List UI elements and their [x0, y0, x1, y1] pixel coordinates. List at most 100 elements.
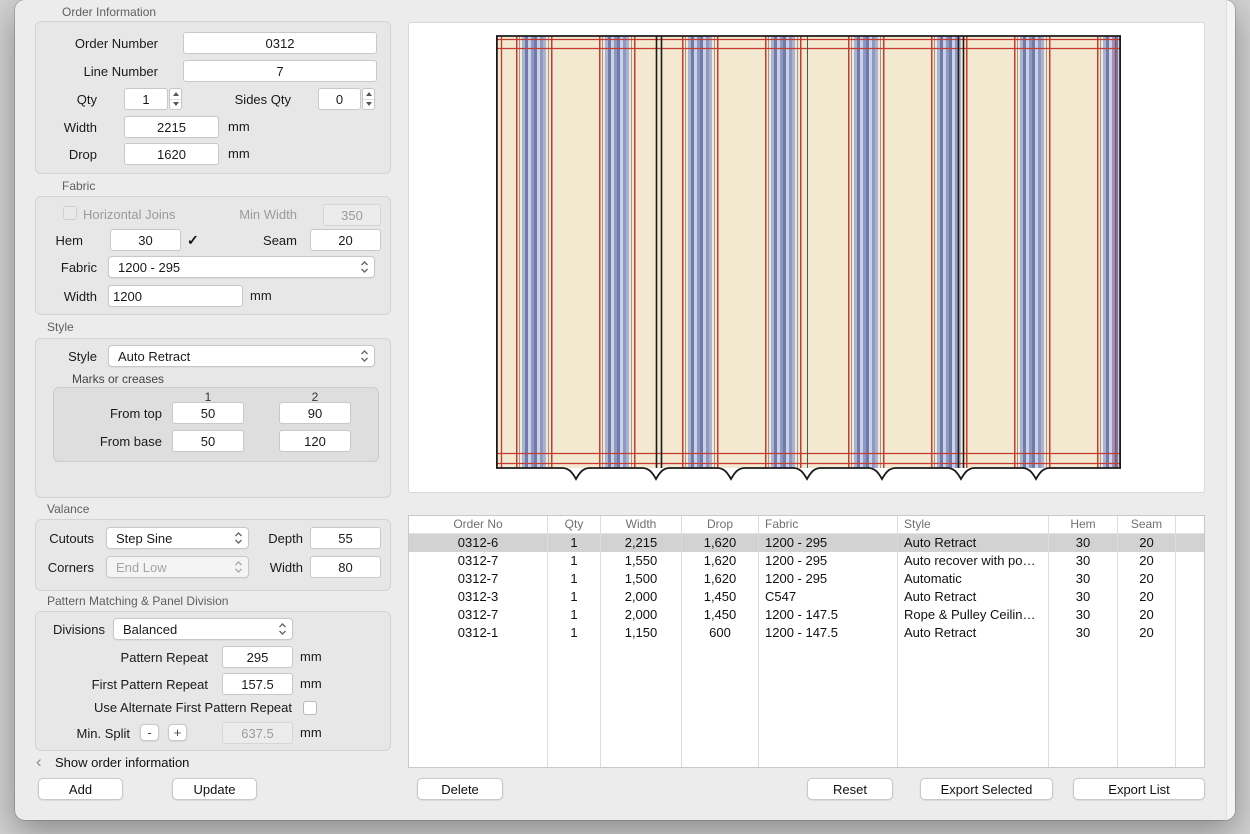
- stepper-up-icon[interactable]: [363, 89, 374, 99]
- corners-label: Corners: [35, 557, 94, 579]
- line-number-input[interactable]: [183, 60, 377, 82]
- column-header[interactable]: Hem: [1049, 516, 1118, 533]
- style-select[interactable]: Auto Retract: [108, 345, 375, 367]
- from-base-1-input[interactable]: [172, 430, 244, 452]
- order-number-input[interactable]: [183, 32, 377, 54]
- export-selected-button[interactable]: Export Selected: [920, 778, 1053, 800]
- table-cell: [898, 750, 1049, 768]
- export-list-button[interactable]: Export List: [1073, 778, 1205, 800]
- table-cell: 1,620: [682, 534, 759, 552]
- chevron-left-icon[interactable]: [36, 753, 42, 770]
- table-cell: [898, 660, 1049, 678]
- use-alternate-checkbox[interactable]: [303, 701, 317, 715]
- fabric-select[interactable]: 1200 - 295: [108, 256, 375, 278]
- min-split-increment-button[interactable]: +: [168, 724, 187, 741]
- table-row[interactable]: 0312-711,5001,6201200 - 295Automatic3020: [409, 570, 1204, 588]
- table-row[interactable]: 0312-111,1506001200 - 147.5Auto Retract3…: [409, 624, 1204, 642]
- table-cell: [898, 714, 1049, 732]
- hem-input[interactable]: [110, 229, 181, 251]
- column-header[interactable]: Fabric: [759, 516, 898, 533]
- pattern-repeat-input[interactable]: [222, 646, 293, 668]
- drop-label: Drop: [35, 144, 97, 166]
- table-cell: 1: [548, 588, 601, 606]
- table-row[interactable]: 0312-711,5501,6201200 - 295Auto recover …: [409, 552, 1204, 570]
- first-pattern-repeat-input[interactable]: [222, 673, 293, 695]
- table-row[interactable]: [409, 732, 1204, 750]
- table-cell: [1049, 750, 1118, 768]
- drop-input[interactable]: [124, 143, 219, 165]
- column-header[interactable]: Order No: [409, 516, 548, 533]
- table-cell: [548, 660, 601, 678]
- fabric-label: Fabric: [35, 257, 97, 279]
- sides-qty-stepper[interactable]: [362, 88, 375, 110]
- sides-qty-label: Sides Qty: [165, 89, 291, 111]
- table-cell: 1200 - 295: [759, 552, 898, 570]
- table-row[interactable]: 0312-712,0001,4501200 - 147.5Rope & Pull…: [409, 606, 1204, 624]
- divisions-select[interactable]: Balanced: [113, 618, 293, 640]
- table-row[interactable]: 0312-312,0001,450C547Auto Retract3020: [409, 588, 1204, 606]
- table-cell: [1118, 678, 1176, 696]
- min-width-label: Min Width: [213, 204, 297, 226]
- table-cell: [682, 732, 759, 750]
- table-cell: 1,550: [601, 552, 682, 570]
- table-row[interactable]: [409, 678, 1204, 696]
- column-header[interactable]: Drop: [682, 516, 759, 533]
- hem-check-icon[interactable]: [187, 233, 201, 247]
- table-cell: [1118, 696, 1176, 714]
- sides-qty-input[interactable]: [318, 88, 361, 110]
- table-header-row: Order No Qty Width Drop Fabric Style Hem…: [409, 516, 1204, 534]
- seam-input[interactable]: [310, 229, 381, 251]
- show-order-information-link[interactable]: Show order information: [55, 755, 189, 770]
- valance-width-input[interactable]: [310, 556, 381, 578]
- results-table-body: 0312-612,2151,6201200 - 295Auto Retract3…: [409, 534, 1204, 768]
- column-header[interactable]: Qty: [548, 516, 601, 533]
- delete-button[interactable]: Delete: [417, 778, 503, 800]
- table-cell: [1049, 714, 1118, 732]
- fabric-width-input[interactable]: [108, 285, 243, 307]
- table-cell: [1176, 750, 1204, 768]
- column-header-spacer: [1176, 516, 1204, 533]
- table-cell: [1176, 624, 1204, 642]
- depth-input[interactable]: [310, 527, 381, 549]
- table-cell: Rope & Pulley Ceilin…: [898, 606, 1049, 624]
- table-row[interactable]: 0312-612,2151,6201200 - 295Auto Retract3…: [409, 534, 1204, 552]
- table-row[interactable]: [409, 660, 1204, 678]
- table-cell: 20: [1118, 624, 1176, 642]
- reset-button[interactable]: Reset: [807, 778, 893, 800]
- use-alternate-label: Use Alternate First Pattern Repeat: [45, 697, 292, 719]
- table-cell: [548, 678, 601, 696]
- add-button[interactable]: Add: [38, 778, 123, 800]
- from-base-2-input[interactable]: [279, 430, 351, 452]
- table-cell: [759, 642, 898, 660]
- qty-label: Qty: [35, 89, 97, 111]
- table-row[interactable]: [409, 714, 1204, 732]
- qty-input[interactable]: [124, 88, 168, 110]
- update-button[interactable]: Update: [172, 778, 257, 800]
- mm-unit-label: mm: [250, 285, 272, 307]
- table-cell: 1: [548, 570, 601, 588]
- stepper-down-icon[interactable]: [363, 99, 374, 110]
- column-header[interactable]: Style: [898, 516, 1049, 533]
- scrollbar[interactable]: [1226, 0, 1235, 820]
- table-cell: [1049, 696, 1118, 714]
- table-row[interactable]: [409, 750, 1204, 768]
- table-cell: 30: [1049, 570, 1118, 588]
- table-row[interactable]: [409, 696, 1204, 714]
- cutouts-select[interactable]: Step Sine: [106, 527, 249, 549]
- fabric-select-value: 1200 - 295: [118, 260, 180, 275]
- table-cell: [548, 714, 601, 732]
- table-cell: 20: [1118, 534, 1176, 552]
- min-split-decrement-button[interactable]: -: [140, 724, 159, 741]
- mm-unit-label: mm: [300, 722, 322, 744]
- pattern-title: Pattern Matching & Panel Division: [47, 594, 228, 608]
- order-width-input[interactable]: [124, 116, 219, 138]
- from-top-2-input[interactable]: [279, 402, 351, 424]
- column-header[interactable]: Seam: [1118, 516, 1176, 533]
- table-cell: [1118, 642, 1176, 660]
- table-cell: 1,620: [682, 552, 759, 570]
- table-cell: [898, 696, 1049, 714]
- order-number-label: Order Number: [35, 33, 158, 55]
- column-header[interactable]: Width: [601, 516, 682, 533]
- table-row[interactable]: [409, 642, 1204, 660]
- from-top-1-input[interactable]: [172, 402, 244, 424]
